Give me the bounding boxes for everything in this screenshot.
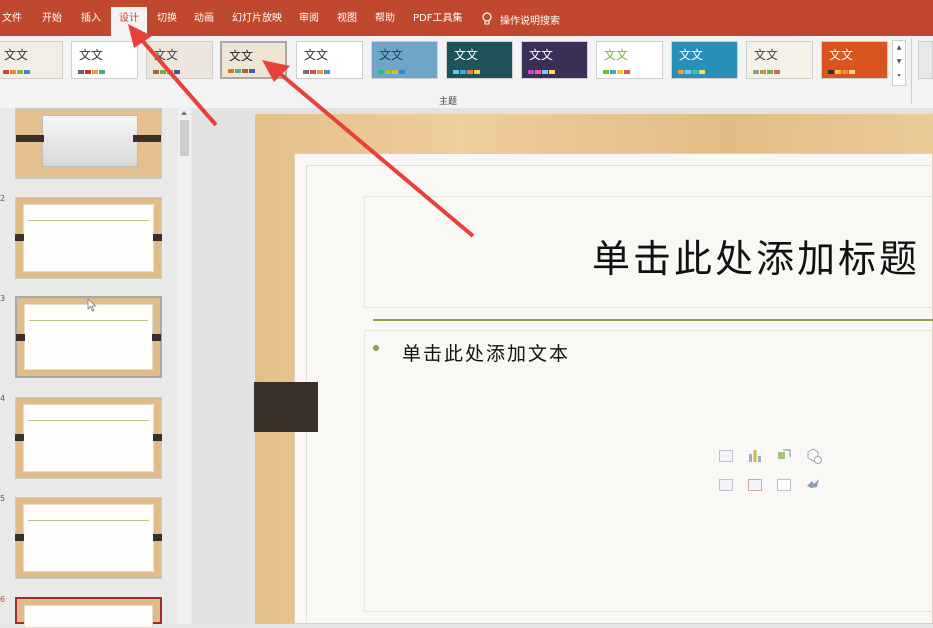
theme-color-swatches	[453, 70, 480, 74]
slides-panel-scrollbar[interactable]	[178, 108, 191, 624]
slide-1-title-bar	[42, 115, 138, 167]
theme-sample-text: 文文	[754, 48, 779, 62]
slide-1-tab-right	[133, 135, 161, 142]
theme-thumbnail[interactable]: 文文	[821, 41, 888, 79]
bullet-dot	[373, 345, 379, 351]
theme-sample-text: 文文	[379, 48, 404, 62]
theme-thumbnail[interactable]: 文文	[0, 41, 63, 79]
slide-number: 2	[0, 194, 6, 203]
tab-slideshow[interactable]: 幻灯片放映	[232, 11, 282, 27]
tab-review[interactable]: 审阅	[299, 11, 319, 27]
theme-color-swatches	[153, 70, 180, 74]
theme-sample-text: 文文	[529, 48, 554, 62]
theme-color-swatches	[603, 70, 630, 74]
slide-number-current: 6	[0, 595, 6, 604]
tab-animations[interactable]: 动画	[194, 11, 214, 27]
theme-color-swatches	[828, 70, 855, 74]
theme-thumbnail[interactable]: 文文	[71, 41, 138, 79]
theme-thumbnail[interactable]: 文文	[371, 41, 438, 79]
content-placeholder-text[interactable]: 单击此处添加文本	[402, 339, 570, 366]
theme-thumbnail[interactable]: 文文	[521, 41, 588, 79]
slide-thumbnail-4[interactable]	[15, 397, 162, 479]
scroll-up-icon[interactable]	[181, 111, 187, 115]
variants-thumb[interactable]	[918, 41, 933, 79]
title-divider-line	[373, 319, 933, 321]
slide-thumbnail-5[interactable]	[15, 497, 162, 579]
theme-sample-text: 文文	[304, 48, 329, 62]
slide-thumbnail-1[interactable]	[15, 108, 162, 179]
tab-file[interactable]: 文件	[2, 11, 22, 27]
icons-icon[interactable]	[805, 477, 821, 493]
slide-thumbnail-2[interactable]	[15, 197, 162, 279]
theme-sample-text: 文文	[454, 48, 479, 62]
slide-1-tab-left	[16, 135, 44, 142]
theme-sample-text: 文文	[154, 48, 179, 62]
tab-design[interactable]: 设计	[111, 7, 147, 36]
slide-number: 5	[0, 494, 6, 503]
theme-color-swatches	[228, 69, 255, 73]
theme-thumbnail[interactable]: 文文	[671, 41, 738, 79]
theme-color-swatches	[303, 70, 330, 74]
theme-sample-text: 文文	[4, 48, 29, 62]
table-icon[interactable]	[719, 450, 733, 462]
scrollbar-thumb[interactable]	[180, 120, 189, 156]
search-label: 操作说明搜索	[500, 15, 560, 27]
theme-color-swatches	[3, 70, 30, 74]
theme-sample-text: 文文	[679, 48, 704, 62]
theme-thumbnail[interactable]: 文文	[146, 41, 213, 79]
tab-home[interactable]: 开始	[42, 11, 62, 27]
theme-color-swatches	[378, 70, 405, 74]
theme-thumbnail[interactable]: 文文	[220, 41, 287, 79]
tab-transitions[interactable]: 切换	[157, 11, 177, 27]
theme-sample-text: 文文	[79, 48, 104, 62]
ribbon-design-panel: 文文 文文 文文 文文 文文 文文 文文 文文 文文 文文 文文 文文 ▲ ▼ ▾ 主题	[0, 36, 933, 109]
tab-insert[interactable]: 插入	[81, 11, 101, 27]
theme-thumbnail[interactable]: 文文	[746, 41, 813, 79]
slide-thumbnail-6[interactable]	[15, 597, 162, 628]
tell-me-search[interactable]: 操作说明搜索	[482, 10, 560, 28]
ribbon-divider	[911, 38, 912, 104]
tab-view[interactable]: 视图	[337, 11, 357, 27]
mouse-cursor-icon	[87, 298, 97, 312]
theme-sample-text: 文文	[229, 49, 254, 63]
lightbulb-icon	[482, 12, 492, 25]
theme-thumbnail[interactable]: 文文	[446, 41, 513, 79]
video-icon[interactable]	[777, 479, 791, 491]
chart-icon[interactable]	[747, 448, 763, 463]
slide-number: 3	[0, 294, 6, 303]
title-placeholder-text[interactable]: 单击此处添加标题	[592, 228, 920, 283]
slide-thumbnail-3[interactable]	[15, 296, 162, 378]
content-placeholder[interactable]	[364, 330, 933, 612]
group-label-themes: 主题	[439, 97, 458, 107]
smartart-icon[interactable]	[776, 448, 792, 463]
theme-thumbnail[interactable]: 文文	[296, 41, 363, 79]
theme-color-swatches	[753, 70, 780, 74]
3d-model-icon[interactable]	[805, 447, 823, 465]
theme-sample-text: 文文	[604, 48, 629, 62]
theme-sample-text: 文文	[829, 48, 854, 62]
online-picture-icon[interactable]	[748, 479, 762, 491]
gallery-scroll-buttons[interactable]: ▲ ▼ ▾	[892, 40, 906, 86]
picture-icon[interactable]	[719, 479, 733, 491]
slide-number: 4	[0, 394, 6, 403]
tab-pdf-tools[interactable]: PDF工具集	[413, 11, 462, 27]
theme-color-swatches	[528, 70, 555, 74]
theme-color-swatches	[78, 70, 105, 74]
theme-thumbnail[interactable]: 文文	[596, 41, 663, 79]
ribbon-tab-bar: 文件 开始 插入 设计 切换 动画 幻灯片放映 审阅 视图 帮助 PDF工具集 …	[0, 0, 933, 36]
tab-help[interactable]: 帮助	[375, 11, 395, 27]
theme-color-swatches	[678, 70, 705, 74]
binder-tab	[254, 382, 318, 432]
